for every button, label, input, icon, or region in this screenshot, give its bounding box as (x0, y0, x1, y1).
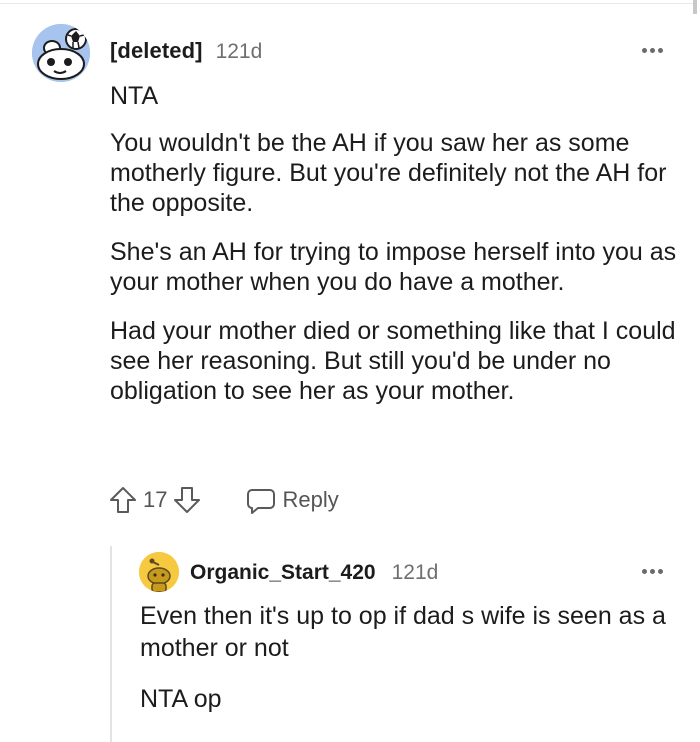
comment-paragraph: Had your mother died or something like t… (110, 317, 676, 405)
timestamp: 121d (391, 561, 439, 584)
comment-paragraph: She's an AH for trying to impose herself… (110, 238, 677, 296)
reply-button[interactable]: Reply (246, 485, 339, 515)
speech-bubble-icon (247, 489, 276, 514)
username[interactable]: [deleted] (110, 38, 203, 64)
snoo-avatar-icon (32, 24, 90, 82)
reply-header: Organic_Start_420 121d (190, 561, 438, 585)
snoo-avatar-icon (139, 552, 179, 592)
reply-paragraph: NTA op (140, 685, 222, 713)
ellipsis-icon (642, 48, 647, 53)
comment-body: NTA You wouldn't be the AH if you saw he… (110, 81, 680, 425)
comment-thread: [deleted] 121d NTA You wouldn't be the A… (0, 0, 700, 742)
avatar[interactable] (32, 24, 90, 82)
timestamp: 121d (215, 40, 263, 63)
comment-paragraph: NTA (110, 82, 159, 110)
avatar[interactable] (139, 552, 179, 592)
reply-paragraph: Even then it's up to op if dad s wife is… (140, 602, 666, 662)
comment-header: [deleted] 121d (110, 38, 262, 64)
comment-paragraph: You wouldn't be the AH if you saw her as… (110, 129, 667, 217)
comment-actions: 17 Reply (108, 480, 339, 520)
upvote-arrow-icon[interactable] (108, 485, 138, 515)
more-options-button[interactable] (642, 569, 663, 574)
more-options-button[interactable] (642, 48, 663, 53)
reply-body: Even then it's up to op if dad s wife is… (140, 600, 680, 734)
username[interactable]: Organic_Start_420 (190, 561, 376, 585)
downvote-arrow-icon[interactable] (172, 485, 202, 515)
divider (0, 3, 693, 4)
vote-score: 17 (143, 487, 168, 512)
scrollbar[interactable] (693, 0, 697, 14)
ellipsis-icon (642, 569, 647, 574)
thread-line[interactable] (110, 546, 112, 742)
reply-label: Reply (282, 487, 339, 512)
